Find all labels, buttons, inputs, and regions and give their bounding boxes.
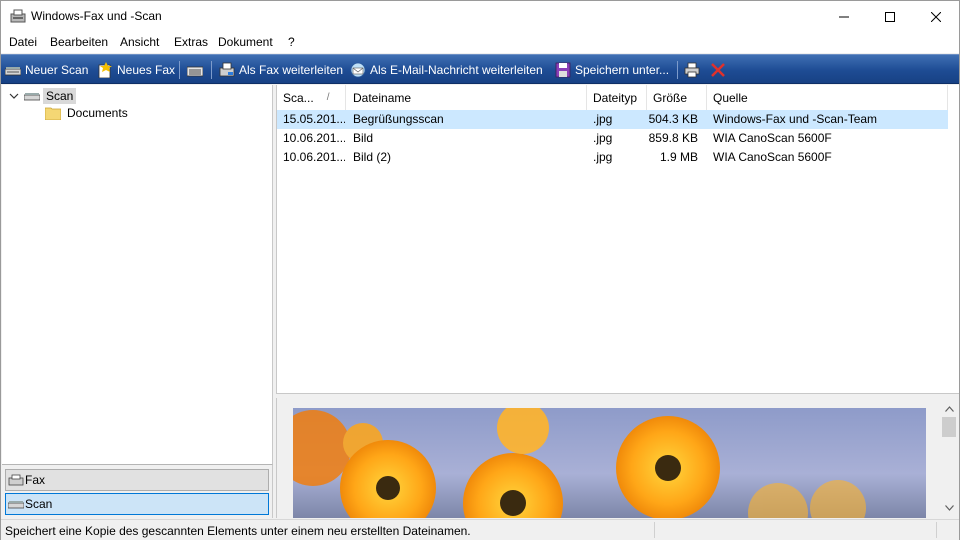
cell-size: 504.3 KB <box>648 112 698 126</box>
scanner-icon <box>23 90 41 102</box>
column-header-filename-label: Dateiname <box>353 90 412 105</box>
forward-as-email-label: Als E-Mail-Nachricht weiterleiten <box>370 63 543 77</box>
menu-bearbeiten[interactable]: Bearbeiten <box>50 35 108 49</box>
fax-view-icon <box>186 62 204 78</box>
nav-fax[interactable]: Fax <box>5 469 269 491</box>
menu-extras[interactable]: Extras <box>174 35 208 49</box>
folder-icon <box>44 106 62 121</box>
fax-scan-app-icon <box>10 9 26 24</box>
column-header-filetype[interactable]: Dateityp <box>587 85 647 110</box>
cell-filename: Begrüßungsscan <box>353 112 444 126</box>
forward-as-fax-button[interactable]: Als Fax weiterleiten <box>219 61 343 79</box>
scroll-up-arrow-icon[interactable] <box>940 400 959 417</box>
cell-filetype: .jpg <box>593 131 613 145</box>
toolbar-separator <box>211 61 212 79</box>
window-title: Windows-Fax und -Scan <box>31 9 162 23</box>
preview-scrollbar[interactable] <box>940 398 959 518</box>
folder-tree: Scan Documents <box>2 85 273 464</box>
print-button[interactable] <box>684 61 704 79</box>
menu-dokument[interactable]: Dokument <box>218 35 273 49</box>
cell-source: WIA CanoScan 5600F <box>713 131 832 145</box>
status-divider <box>654 522 655 538</box>
maximize-button[interactable] <box>867 1 913 32</box>
column-header-scan-date-label: Sca... <box>283 90 314 105</box>
toolbar-separator <box>179 61 180 79</box>
floppy-disk-icon <box>555 62 571 78</box>
close-icon <box>931 11 941 22</box>
cell-filetype: .jpg <box>593 150 613 164</box>
title-bar: Windows-Fax und -Scan <box>1 1 959 32</box>
new-scan-button[interactable]: Neuer Scan <box>4 61 89 79</box>
cell-filename: Bild <box>353 131 374 145</box>
new-document-icon <box>97 62 113 79</box>
cell-date: 15.05.201... <box>283 112 345 126</box>
save-as-button[interactable]: Speichern unter... <box>555 61 669 79</box>
column-header-size[interactable]: Größe <box>647 85 707 110</box>
cell-source: Windows-Fax und -Scan-Team <box>713 112 878 126</box>
table-row[interactable]: 15.05.201... Begrüßungsscan .jpg 504.3 K… <box>277 110 948 129</box>
delete-button[interactable] <box>710 61 730 79</box>
cell-size: 1.9 MB <box>659 150 698 164</box>
scanner-icon <box>4 62 22 78</box>
scroll-down-arrow-icon[interactable] <box>940 499 959 516</box>
new-fax-button[interactable]: Neues Fax <box>97 61 175 79</box>
maximize-icon <box>885 11 895 22</box>
save-as-label: Speichern unter... <box>575 63 670 77</box>
delete-x-icon <box>710 62 726 78</box>
fax-forward-icon <box>219 62 235 78</box>
minimize-button[interactable] <box>821 1 867 32</box>
column-header-filename[interactable]: Dateiname <box>347 85 587 110</box>
file-list: Sca... / Dateiname Dateityp Größe Quelle… <box>276 85 959 393</box>
table-row[interactable]: 10.06.201... Bild (2) .jpg 1.9 MB WIA Ca… <box>277 148 948 167</box>
preview-image <box>293 408 926 518</box>
new-fax-label: Neues Fax <box>117 63 176 77</box>
fax-scan-view-button[interactable] <box>186 61 207 79</box>
cell-size: 859.8 KB <box>648 131 698 145</box>
tree-node-documents[interactable]: Documents <box>44 106 128 121</box>
status-bar: Speichert eine Kopie des gescannten Elem… <box>1 519 959 540</box>
printer-icon <box>684 62 700 78</box>
column-header-filetype-label: Dateityp <box>593 90 638 105</box>
column-header-source-label: Quelle <box>713 90 748 105</box>
cell-source: WIA CanoScan 5600F <box>713 150 832 164</box>
forward-as-email-button[interactable]: Als E-Mail-Nachricht weiterleiten <box>350 61 543 79</box>
email-forward-icon <box>350 62 366 78</box>
toolbar-separator <box>677 61 678 79</box>
forward-as-fax-label: Als Fax weiterleiten <box>239 63 344 77</box>
sort-indicator: / <box>326 92 330 103</box>
menu-datei[interactable]: Datei <box>9 35 37 49</box>
cell-date: 10.06.201... <box>283 131 345 145</box>
nav-fax-label: Fax <box>25 473 46 487</box>
nav-scan-label: Scan <box>25 497 53 511</box>
cell-date: 10.06.201... <box>283 150 345 164</box>
tree-node-documents-label: Documents <box>67 106 128 120</box>
menu-bar: Datei Bearbeiten Ansicht Extras Dokument… <box>1 32 959 53</box>
minimize-icon <box>839 16 849 17</box>
tree-node-scan-label: Scan <box>43 88 77 104</box>
scanner-icon <box>7 498 25 510</box>
column-header-scan-date[interactable]: Sca... / <box>277 85 346 110</box>
table-row[interactable]: 10.06.201... Bild .jpg 859.8 KB WIA Cano… <box>277 129 948 148</box>
fax-icon <box>8 474 24 486</box>
cell-filename: Bild (2) <box>353 150 392 164</box>
menu-help[interactable]: ? <box>288 35 295 49</box>
close-button[interactable] <box>913 1 959 32</box>
column-header-size-label: Größe <box>653 90 688 105</box>
app-window: Windows-Fax und -Scan Datei Bearbeiten A… <box>0 0 960 540</box>
cell-filetype: .jpg <box>593 112 613 126</box>
collapse-arrow-icon[interactable] <box>8 90 20 102</box>
nav-scan[interactable]: Scan <box>5 493 269 515</box>
tree-node-scan[interactable]: Scan <box>8 88 77 104</box>
new-scan-label: Neuer Scan <box>25 63 89 77</box>
column-header-source[interactable]: Quelle <box>707 85 948 110</box>
preview-pane <box>276 398 959 518</box>
menu-ansicht[interactable]: Ansicht <box>120 35 159 49</box>
toolbar: Neuer Scan Neues Fax Als Fax weiterleite… <box>1 54 959 84</box>
status-divider <box>936 522 937 538</box>
navigation-pane: Fax Scan <box>2 464 273 518</box>
status-text: Speichert eine Kopie des gescannten Elem… <box>5 524 471 538</box>
scrollbar-thumb[interactable] <box>942 417 956 437</box>
